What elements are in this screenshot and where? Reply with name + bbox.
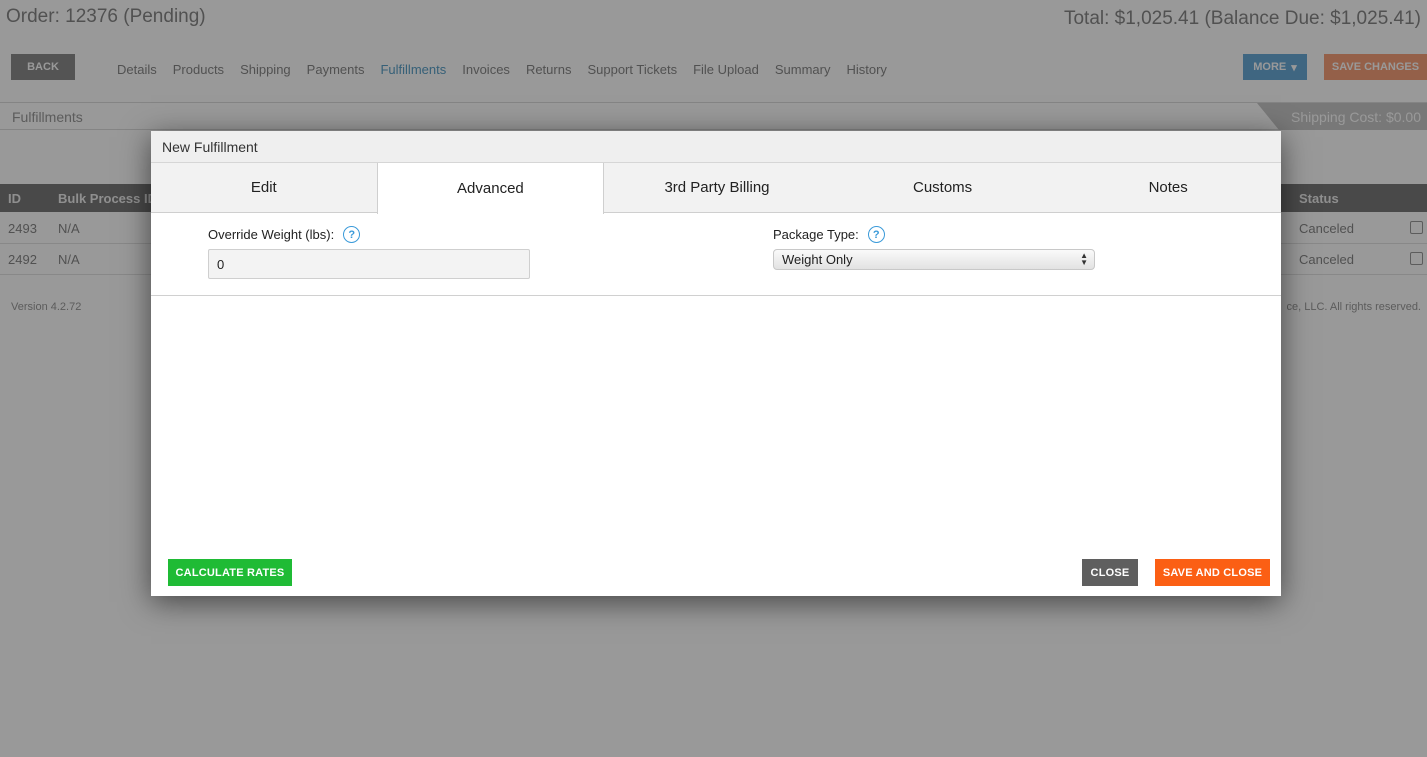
override-weight-label: Override Weight (lbs): — [208, 227, 335, 242]
package-type-selected: Weight Only — [782, 252, 853, 267]
tab-3rd-party-billing[interactable]: 3rd Party Billing — [604, 163, 830, 212]
package-type-select[interactable]: Weight Only ▲ ▼ — [773, 249, 1095, 270]
help-icon[interactable]: ? — [343, 226, 361, 243]
package-type-label-group: Package Type: ? — [773, 226, 885, 243]
modal-title: New Fulfillment — [151, 131, 1281, 163]
tab-customs[interactable]: Customs — [830, 163, 1056, 212]
calculate-rates-button[interactable]: CALCULATE RATES — [168, 559, 292, 586]
modal-tabs: Edit Advanced 3rd Party Billing Customs … — [151, 163, 1281, 214]
select-arrows-icon: ▲ ▼ — [1080, 251, 1088, 267]
close-button[interactable]: CLOSE — [1082, 559, 1138, 586]
override-weight-label-group: Override Weight (lbs): ? — [208, 226, 361, 243]
package-type-label: Package Type: — [773, 227, 859, 242]
save-and-close-button[interactable]: SAVE AND CLOSE — [1155, 559, 1270, 586]
help-icon[interactable]: ? — [867, 226, 885, 243]
override-weight-input[interactable] — [208, 249, 530, 279]
tab-notes[interactable]: Notes — [1055, 163, 1281, 212]
tab-advanced[interactable]: Advanced — [376, 163, 605, 214]
new-fulfillment-modal: New Fulfillment Edit Advanced 3rd Party … — [151, 131, 1281, 596]
advanced-form: Override Weight (lbs): ? Package Type: ?… — [151, 213, 1281, 296]
tab-edit[interactable]: Edit — [151, 163, 377, 212]
